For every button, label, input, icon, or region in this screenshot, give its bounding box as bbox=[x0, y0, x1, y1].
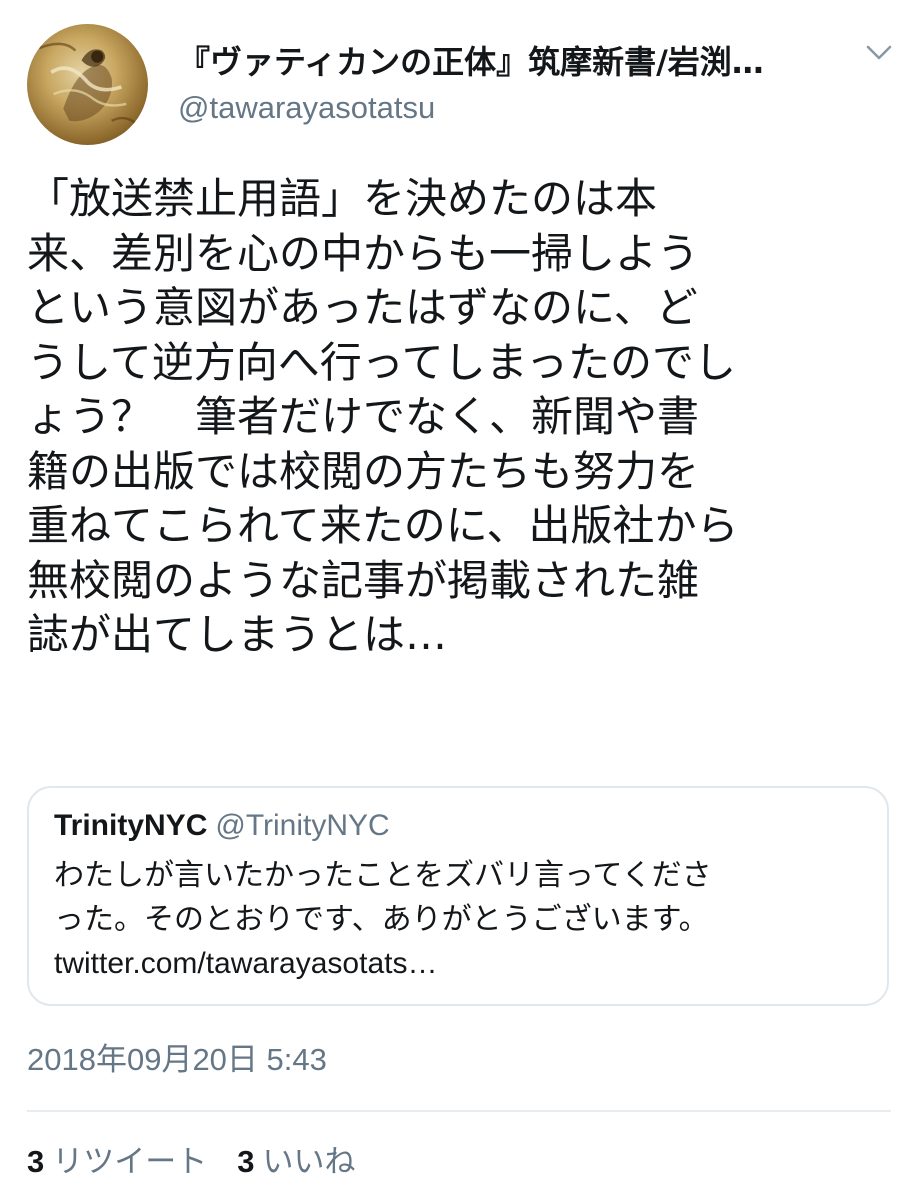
avatar-painting-icon bbox=[38, 42, 140, 127]
tweet-stats: 3 リツイート 3 いいね bbox=[27, 1140, 356, 1184]
quoted-tweet-line: った。そのとおりです、ありがとうございます。 bbox=[54, 902, 709, 937]
quoted-tweet-text: わたしが言いたかったことをズバリ言ってくださ った。そのとおりです、ありがとうご… bbox=[54, 854, 874, 986]
tweet-text-line: ょう？ 筆者だけでなく、新聞や書 bbox=[27, 392, 700, 441]
stats-divider bbox=[27, 1110, 891, 1112]
avatar[interactable] bbox=[27, 24, 148, 145]
quoted-tweet-link[interactable]: twitter.com/tawarayasotats… bbox=[54, 942, 874, 986]
quoted-author-name: TrinityNYC bbox=[54, 809, 208, 842]
author-handle[interactable]: @tawarayasotatsu bbox=[178, 88, 435, 128]
retweets-stat[interactable]: 3 リツイート bbox=[27, 1140, 207, 1184]
quoted-tweet-header: TrinityNYC @TrinityNYC bbox=[54, 806, 390, 846]
tweet-text-line: 来、差別を心の中からも一掃しよう bbox=[27, 228, 700, 278]
likes-count: 3 bbox=[237, 1144, 255, 1179]
likes-label: いいね bbox=[262, 1144, 356, 1180]
tweet-text-line: うして逆方向へ行ってしまったのでし bbox=[27, 337, 736, 387]
tweet-text-line: 「放送禁止用語」を決めたのは本 bbox=[27, 174, 658, 223]
tweet-text-line: 重ねてこられて来たのに、出版社から bbox=[27, 501, 739, 550]
tweet-text-line: 誌が出てしまうとは… bbox=[27, 610, 448, 659]
retweets-count: 3 bbox=[27, 1144, 45, 1179]
quoted-author-handle: @TrinityNYC bbox=[215, 809, 390, 842]
tweet-text-line: 籍の出版では校閲の方たちも努力を bbox=[27, 446, 700, 496]
chevron-down-icon bbox=[866, 45, 892, 60]
tweet-text-line: という意図があったはずなのに、ど bbox=[27, 283, 698, 332]
author-display-name[interactable]: 『ヴァティカンの正体』筑摩新書/岩渕… bbox=[178, 40, 828, 84]
likes-stat[interactable]: 3 いいね bbox=[237, 1140, 355, 1184]
quoted-tweet-card[interactable]: TrinityNYC @TrinityNYC わたしが言いたかったことをズバリ言っ… bbox=[27, 786, 889, 1006]
tweet-header: 『ヴァティカンの正体』筑摩新書/岩渕… @tawarayasotatsu bbox=[0, 0, 918, 150]
tweet-timestamp[interactable]: 2018年09月20日 5:43 bbox=[27, 1040, 327, 1080]
tweet-text: 「放送禁止用語」を決めたのは本 来、差別を心の中からも一掃しよう という意図があ… bbox=[27, 172, 897, 663]
retweets-label: リツイート bbox=[52, 1144, 208, 1180]
tweet-text-line: 無校閲のような記事が掲載された雑 bbox=[27, 555, 700, 605]
tweet-menu-button[interactable] bbox=[862, 38, 896, 68]
quoted-tweet-line: わたしが言いたかったことをズバリ言ってくださ bbox=[54, 858, 712, 893]
